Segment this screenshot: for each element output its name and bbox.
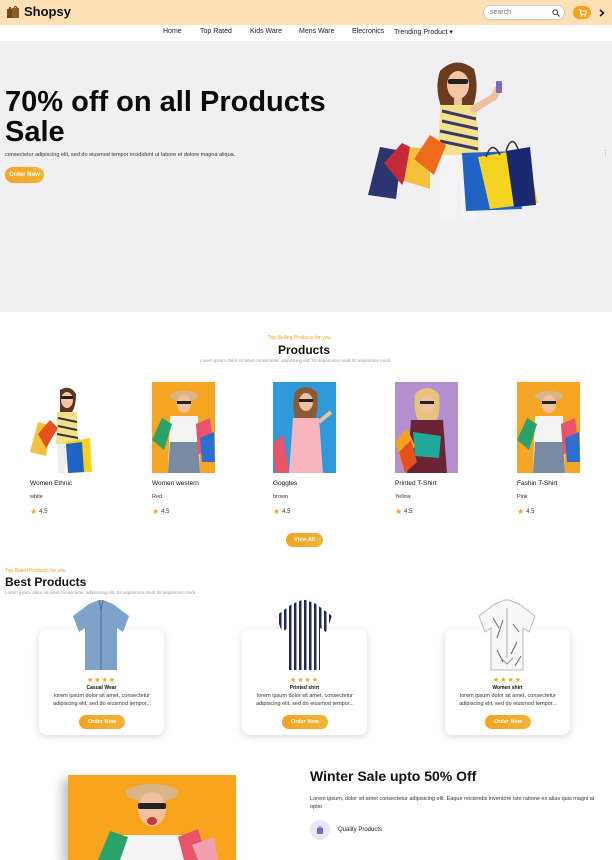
best-title: Best Products: [5, 575, 87, 589]
search-box: [483, 5, 565, 20]
cart-button[interactable]: [573, 6, 591, 19]
order-now-button[interactable]: Order Now: [79, 715, 125, 729]
best-product-name: Printed shirt: [289, 685, 320, 691]
products-title: Products: [278, 343, 331, 357]
star-icon: ★: [273, 507, 281, 516]
rating-value: 4.5: [526, 509, 535, 515]
best-product-name: Women shirt: [492, 685, 523, 691]
view-all-button[interactable]: View All: [286, 533, 323, 547]
best-product-card[interactable]: ★★★★ Printed shirt lorem ipsum dolor sit…: [242, 598, 367, 735]
nav-trending-label: Trending Product: [394, 29, 448, 36]
nav-top-rated[interactable]: Top Rated: [200, 28, 232, 35]
main-nav: Home Top Rated Kids Ware Mens Ware Elecr…: [0, 25, 612, 41]
product-name: Women western: [152, 480, 199, 487]
product-card[interactable]: Women Ethnic white ★ 4.5: [30, 382, 120, 522]
top-header: Shopsy: [0, 0, 612, 25]
nav-home[interactable]: Home: [163, 28, 182, 35]
product-rating: ★ 4.5: [273, 508, 291, 516]
shirt-image: [478, 598, 536, 671]
banner-model-image: [68, 775, 236, 860]
product-rating: ★ 4.5: [30, 508, 48, 516]
shirt-image: [276, 598, 332, 670]
nav-kids-ware[interactable]: Kids Ware: [250, 28, 282, 35]
rating-stars: ★★★★: [289, 677, 320, 684]
caret-down-icon: ▾: [449, 29, 453, 36]
hero-title: 70% off on all Products Sale: [5, 86, 326, 148]
rating-stars: ★★★★: [86, 677, 117, 684]
best-product-description: lorem ipsum dolor sit amet, consectetur …: [459, 693, 557, 707]
product-name: Goggles: [273, 480, 298, 487]
order-now-button[interactable]: Order Now: [282, 715, 328, 729]
product-image: [273, 382, 336, 473]
feature-label: Quality Products: [338, 827, 383, 833]
product-card[interactable]: Printed T-Shirt Yellow ★ 4.5: [395, 382, 485, 522]
feature-item: Quality Products: [310, 820, 382, 840]
hero-order-button[interactable]: Order Now: [5, 167, 44, 183]
product-color: Red: [152, 494, 163, 500]
product-card[interactable]: Goggles brown ★ 4.5: [273, 382, 363, 522]
banner-title: Winter Sale upto 50% Off: [310, 768, 477, 784]
slider-dot-icon[interactable]: ⋮: [602, 149, 609, 157]
cart-icon: [578, 9, 587, 17]
shirt-image: [73, 598, 129, 670]
star-icon: ★: [30, 507, 38, 516]
product-rating: ★ 4.5: [517, 508, 535, 516]
order-now-button[interactable]: Order Now: [485, 715, 531, 729]
nav-electronics[interactable]: Elecronics: [352, 28, 384, 35]
product-image: [395, 382, 458, 473]
rating-value: 4.5: [39, 509, 48, 515]
banner-description: Lorem ipsum, dolor sit amet consectetur …: [310, 796, 595, 810]
product-color: Yellow: [395, 494, 411, 500]
hero-description: consectetur adipiscing elit, sed do eius…: [5, 152, 236, 158]
best-subtitle: Top Rated Products for you: [5, 568, 66, 574]
products-subtitle: Top Selling Products for you: [268, 335, 331, 341]
product-card[interactable]: Fashin T-Shirt Pink ★ 4.5: [517, 382, 607, 522]
product-image: [30, 382, 93, 473]
search-icon[interactable]: [552, 9, 560, 17]
hero-model-image: [368, 62, 538, 219]
brand-logo[interactable]: Shopsy: [6, 4, 71, 19]
best-product-name: Casual Wear: [86, 685, 117, 691]
product-name: Printed T-Shirt: [395, 480, 437, 487]
rating-value: 4.5: [161, 509, 170, 515]
hero-section: 70% off on all Products Sale consectetur…: [0, 41, 612, 312]
product-rating: ★ 4.5: [395, 508, 413, 516]
product-color: brown: [273, 494, 288, 500]
best-product-description: lorem ipsum dolor sit amet, consectetur …: [256, 693, 354, 707]
chevron-right-icon[interactable]: [597, 6, 607, 19]
product-card[interactable]: Women western Red ★ 4.5: [152, 382, 242, 522]
nav-trending-product[interactable]: Trending Product ▾: [394, 28, 453, 36]
shopping-bag-icon: [7, 5, 19, 18]
rating-value: 4.5: [282, 509, 291, 515]
best-description: Lorem ipsum dolor sit amet consectetur, …: [5, 590, 195, 595]
star-icon: ★: [517, 507, 525, 516]
star-icon: ★: [395, 507, 403, 516]
brand-name: Shopsy: [24, 4, 71, 19]
star-icon: ★: [152, 507, 160, 516]
best-product-card[interactable]: ★★★★ Women shirt lorem ipsum dolor sit a…: [445, 598, 570, 735]
nav-mens-ware[interactable]: Mens Ware: [299, 28, 335, 35]
best-product-description: lorem ipsum dolor sit amet, consectetur …: [53, 693, 151, 707]
product-name: Fashin T-Shirt: [517, 480, 558, 487]
rating-value: 4.5: [404, 509, 413, 515]
product-image: [517, 382, 580, 473]
product-image: [152, 382, 215, 473]
best-product-card[interactable]: ★★★★ Casual Wear lorem ipsum dolor sit a…: [39, 598, 164, 735]
banner-image: [68, 775, 236, 860]
quality-badge-icon: [310, 820, 330, 840]
product-color: white: [30, 494, 43, 500]
search-input[interactable]: [490, 7, 550, 18]
product-rating: ★ 4.5: [152, 508, 170, 516]
rating-stars: ★★★★: [492, 677, 523, 684]
product-color: Pink: [517, 494, 528, 500]
product-name: Women Ethnic: [30, 480, 73, 487]
products-description: Lorem ipsum dolor sit amet consectetur, …: [200, 358, 390, 363]
